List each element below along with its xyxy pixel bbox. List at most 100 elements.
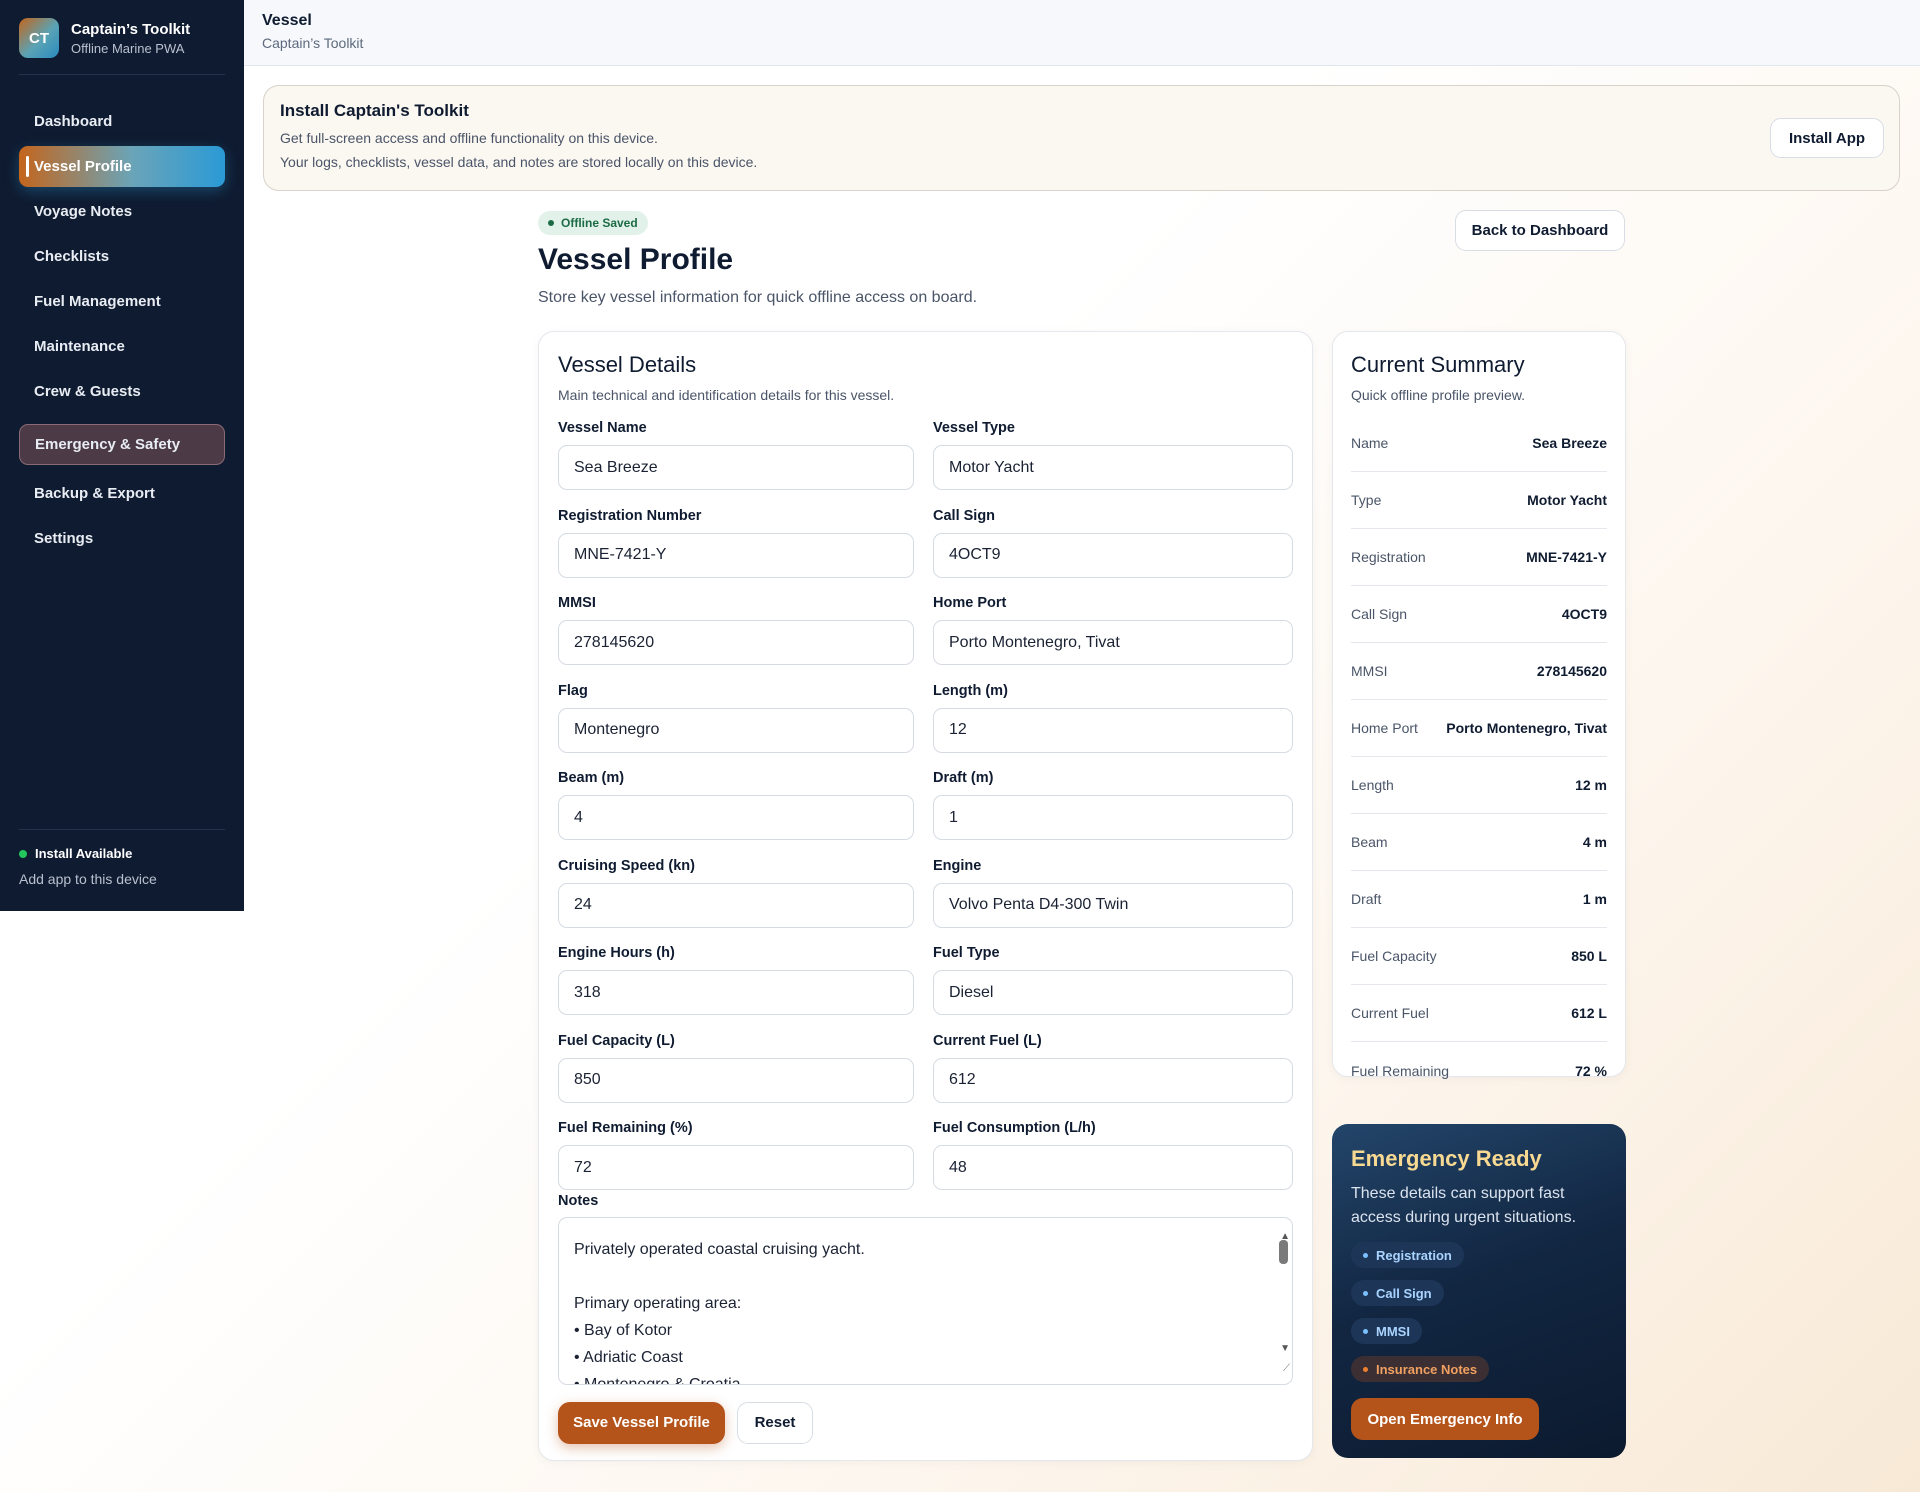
summary-subtitle: Quick offline profile preview. bbox=[1351, 387, 1526, 403]
install-banner-title: Install Captain's Toolkit bbox=[280, 101, 469, 120]
summary-value: 850 L bbox=[1571, 948, 1607, 964]
chip-label: Call Sign bbox=[1376, 1285, 1432, 1301]
back-to-dashboard-button[interactable]: Back to Dashboard bbox=[1455, 210, 1625, 251]
summary-key: MMSI bbox=[1351, 663, 1388, 679]
summary-value: 612 L bbox=[1571, 1005, 1607, 1021]
current-fuel-input[interactable]: 612 bbox=[933, 1057, 1293, 1103]
engine-input[interactable]: Volvo Penta D4-300 Twin bbox=[933, 882, 1293, 928]
sidebar-item-backup-export[interactable]: Backup & Export bbox=[19, 473, 225, 514]
fuel-consumption-input[interactable]: 48 bbox=[933, 1145, 1293, 1190]
field-label: Fuel Consumption (L/h) bbox=[933, 1120, 1096, 1136]
vessel-details-subtitle: Main technical and identification detail… bbox=[558, 387, 895, 403]
app-logo: CT bbox=[19, 18, 59, 58]
sidebar-item-voyage-notes[interactable]: Voyage Notes bbox=[19, 191, 225, 232]
form-actions: Save Vessel Profile Reset bbox=[558, 1401, 1293, 1444]
field-label: Registration Number bbox=[558, 507, 702, 524]
sidebar-nav: Dashboard Vessel Profile Voyage Notes Ch… bbox=[19, 101, 225, 559]
summary-key: Current Fuel bbox=[1351, 1005, 1429, 1021]
summary-key: Draft bbox=[1351, 891, 1382, 907]
field-label: Current Fuel (L) bbox=[933, 1032, 1042, 1049]
summary-value: Motor Yacht bbox=[1527, 492, 1607, 508]
chip-dot-icon bbox=[1363, 1328, 1368, 1334]
field-label: Fuel Remaining (%) bbox=[558, 1120, 693, 1136]
field-label: Home Port bbox=[933, 595, 1007, 611]
status-dot-icon bbox=[548, 220, 554, 226]
summary-row: Call Sign 4OCT9 bbox=[1351, 586, 1607, 643]
install-app-button[interactable]: Install App bbox=[1770, 118, 1884, 158]
field-label: MMSI bbox=[558, 595, 596, 611]
summary-value: 72 % bbox=[1575, 1062, 1607, 1079]
field-label: Draft (m) bbox=[933, 770, 994, 786]
summary-value: Porto Montenegro, Tivat bbox=[1446, 720, 1607, 736]
install-status: Install Available bbox=[19, 846, 225, 861]
app-title: Captain’s Toolkit bbox=[71, 20, 191, 38]
vessel-type-input[interactable]: Motor Yacht bbox=[933, 445, 1293, 490]
draft-input[interactable]: 1 bbox=[933, 795, 1293, 840]
install-banner: Install Captain's Toolkit Get full-scree… bbox=[263, 85, 1900, 191]
summary-key: Home Port bbox=[1351, 720, 1418, 736]
cruising-speed-input[interactable]: 24 bbox=[558, 882, 914, 928]
summary-value: 4OCT9 bbox=[1561, 606, 1607, 622]
sidebar-item-crew-guests[interactable]: Crew & Guests bbox=[19, 371, 225, 412]
install-banner-line: Your logs, checklists, vessel data, and … bbox=[280, 154, 758, 170]
field-label: Fuel Capacity (L) bbox=[558, 1032, 675, 1049]
status-dot-icon bbox=[19, 849, 27, 858]
resize-handle-icon[interactable]: ⟋ bbox=[1283, 1355, 1290, 1382]
summary-key: Length bbox=[1351, 777, 1394, 793]
chip-dot-icon bbox=[1363, 1290, 1368, 1296]
scrollbar-thumb[interactable] bbox=[1279, 1239, 1288, 1264]
brand[interactable]: CT Captain’s Toolkit Offline Marine PWA bbox=[19, 18, 225, 75]
reset-button[interactable]: Reset bbox=[737, 1401, 813, 1444]
sidebar-item-checklists[interactable]: Checklists bbox=[19, 236, 225, 277]
summary-row: Draft 1 m bbox=[1351, 871, 1607, 928]
install-banner-line: Get full-screen access and offline funct… bbox=[280, 130, 658, 146]
sidebar-item-settings[interactable]: Settings bbox=[19, 518, 225, 559]
emergency-chips: Registration Call Sign MMSI Insurance No… bbox=[1351, 1242, 1607, 1382]
field-label: Cruising Speed (kn) bbox=[558, 857, 695, 874]
home-port-input[interactable]: Porto Montenegro, Tivat bbox=[933, 620, 1293, 665]
emergency-text: These details can support fast access du… bbox=[1351, 1185, 1577, 1226]
sidebar-footer: Install Available Add app to this device bbox=[19, 829, 225, 887]
vessel-details-card: Vessel Details Main technical and identi… bbox=[538, 331, 1313, 1461]
install-status-sub: Add app to this device bbox=[19, 871, 157, 887]
fuel-remaining-input[interactable]: 72 bbox=[558, 1145, 914, 1190]
notes-textarea[interactable]: Privately operated coastal cruising yach… bbox=[558, 1216, 1293, 1385]
flag-input[interactable]: Montenegro bbox=[558, 707, 914, 753]
summary-value: Sea Breeze bbox=[1532, 435, 1607, 451]
chip-label: MMSI bbox=[1376, 1323, 1410, 1339]
install-status-label: Install Available bbox=[35, 846, 133, 861]
chip-mmsi: MMSI bbox=[1351, 1318, 1422, 1344]
sidebar-item-fuel-management[interactable]: Fuel Management bbox=[19, 281, 225, 322]
field-label: Call Sign bbox=[933, 507, 996, 524]
sidebar-item-emergency-safety[interactable]: Emergency & Safety bbox=[19, 424, 225, 465]
open-emergency-info-button[interactable]: Open Emergency Info bbox=[1351, 1398, 1539, 1440]
registration-number-input[interactable]: MNE-7421-Y bbox=[558, 532, 914, 578]
status-badge-label: Offline Saved bbox=[561, 216, 638, 230]
summary-row: Home Port Porto Montenegro, Tivat bbox=[1351, 700, 1607, 757]
field-label: Engine bbox=[933, 857, 982, 874]
sidebar-item-vessel-profile[interactable]: Vessel Profile bbox=[19, 146, 225, 187]
current-summary-card: Current Summary Quick offline profile pr… bbox=[1332, 331, 1626, 1079]
summary-title: Current Summary bbox=[1351, 352, 1525, 377]
summary-row: Name Sea Breeze bbox=[1351, 415, 1607, 472]
beam-input[interactable]: 4 bbox=[558, 795, 914, 840]
summary-row: Beam 4 m bbox=[1351, 814, 1607, 871]
vessel-details-title: Vessel Details bbox=[558, 352, 697, 377]
summary-row: Fuel Remaining 72 % bbox=[1351, 1042, 1607, 1099]
chip-label: Registration bbox=[1376, 1247, 1452, 1263]
summary-key: Name bbox=[1351, 435, 1389, 451]
sidebar-item-dashboard[interactable]: Dashboard bbox=[19, 101, 225, 142]
fuel-capacity-input[interactable]: 850 bbox=[558, 1057, 914, 1103]
sidebar-item-maintenance[interactable]: Maintenance bbox=[19, 326, 225, 367]
vessel-name-input[interactable]: Sea Breeze bbox=[558, 445, 914, 490]
fuel-type-input[interactable]: Diesel bbox=[933, 970, 1293, 1015]
chip-call-sign: Call Sign bbox=[1351, 1280, 1444, 1306]
engine-hours-input[interactable]: 318 bbox=[558, 970, 914, 1015]
length-input[interactable]: 12 bbox=[933, 707, 1293, 753]
summary-key: Fuel Remaining bbox=[1351, 1062, 1450, 1079]
save-vessel-profile-button[interactable]: Save Vessel Profile bbox=[558, 1401, 725, 1444]
field-label: Beam (m) bbox=[558, 770, 625, 786]
call-sign-input[interactable]: 4OCT9 bbox=[933, 532, 1293, 578]
field-label: Vessel Name bbox=[558, 420, 647, 436]
mmsi-input[interactable]: 278145620 bbox=[558, 620, 914, 665]
